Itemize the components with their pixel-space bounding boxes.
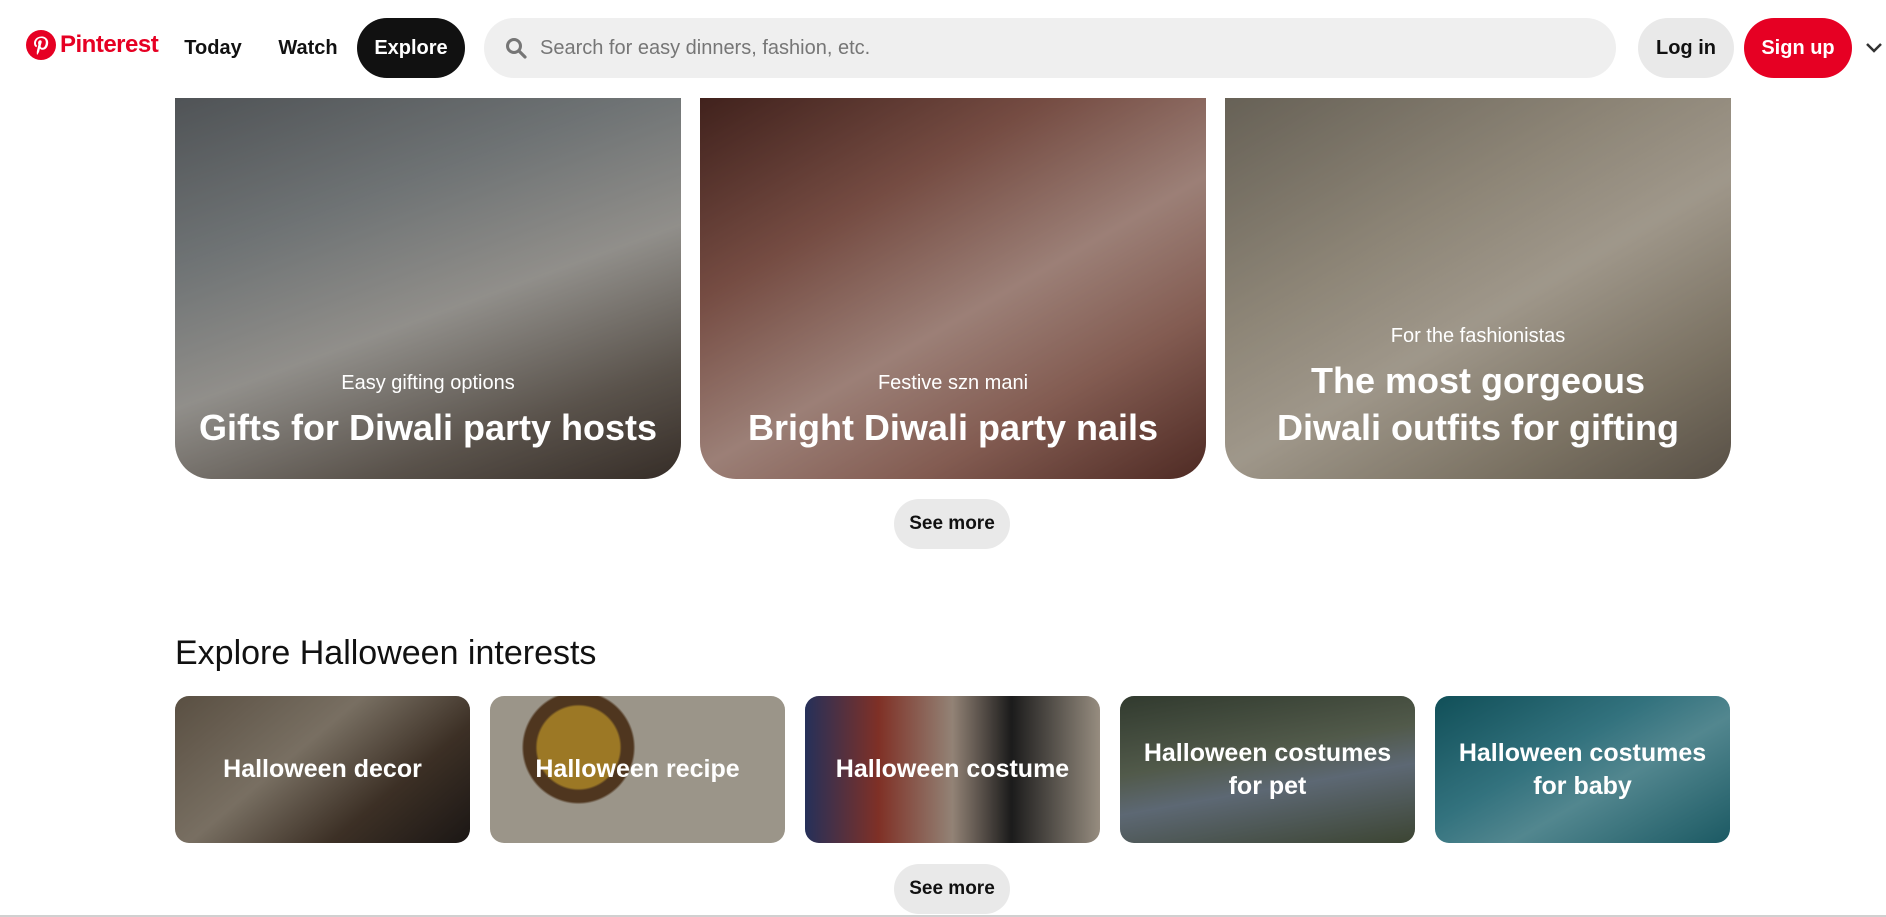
interest-card-halloween-decor[interactable]: Halloween decor (175, 696, 470, 843)
interest-card-halloween-recipe[interactable]: Halloween recipe (490, 696, 785, 843)
top-navigation-bar: Pinterest Today Watch Explore Log in Sig… (0, 0, 1886, 98)
chevron-down-icon[interactable] (1864, 38, 1884, 58)
card-title: Bright Diwali party nails (747, 407, 1159, 448)
interest-card-label: Halloween recipe (535, 755, 740, 783)
login-button[interactable]: Log in (1638, 18, 1734, 78)
nav-watch-link[interactable]: Watch (272, 26, 344, 70)
see-more-button[interactable]: See more (894, 499, 1010, 549)
card-title: The most gorgeous Diwali outfits for gif… (1277, 360, 1679, 448)
card-subtitle: Easy gifting options (341, 372, 515, 394)
featured-card-diwali-hosts[interactable]: Easy gifting options Gifts for Diwali pa… (175, 98, 681, 479)
interest-card-halloween-baby[interactable]: Halloween costumes for baby (1435, 696, 1730, 843)
featured-card-diwali-nails[interactable]: Festive szn mani Bright Diwali party nai… (700, 98, 1206, 479)
card-title: Gifts for Diwali party hosts (198, 407, 658, 448)
section-heading-halloween: Explore Halloween interests (175, 634, 597, 672)
nav-today-link[interactable]: Today (178, 26, 248, 70)
pinterest-logo-link[interactable]: Pinterest (26, 30, 159, 60)
interest-card-label: Halloween decor (223, 755, 422, 783)
interest-card-label: Halloween costume (835, 755, 1070, 783)
brand-name: Pinterest (60, 31, 159, 58)
interest-card-label: Halloween costumes for baby (1458, 738, 1707, 800)
interest-card-halloween-costume[interactable]: Halloween costume (805, 696, 1100, 843)
search-icon (506, 38, 527, 59)
interest-card-label: Halloween costumes for pet (1143, 738, 1392, 800)
card-subtitle: Festive szn mani (877, 372, 1029, 394)
featured-card-diwali-outfits[interactable]: For the fashionistas The most gorgeous D… (1225, 98, 1731, 479)
search-bar[interactable] (484, 18, 1616, 78)
search-input[interactable] (540, 36, 1600, 60)
signup-button[interactable]: Sign up (1744, 18, 1852, 78)
interest-card-halloween-pet[interactable]: Halloween costumes for pet (1120, 696, 1415, 843)
see-more-button[interactable]: See more (894, 864, 1010, 914)
pinterest-logo-icon (26, 30, 56, 60)
nav-explore-link[interactable]: Explore (357, 18, 465, 78)
card-subtitle: For the fashionistas (1390, 325, 1566, 347)
